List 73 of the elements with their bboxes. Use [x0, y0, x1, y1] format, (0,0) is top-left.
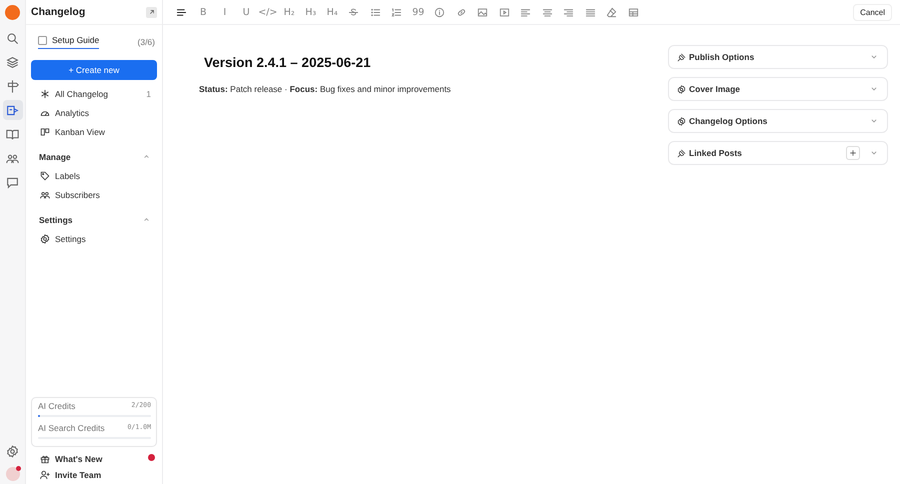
expand-button[interactable] [146, 6, 157, 18]
nav-item[interactable]: All Changelog 1 [31, 84, 157, 103]
table-icon[interactable] [628, 6, 639, 18]
person-plus-icon [40, 470, 50, 480]
section-heading: Settings [39, 214, 73, 224]
layers-icon [6, 56, 19, 68]
format-button[interactable]: H₃ [300, 3, 322, 21]
strikethrough-icon[interactable] [348, 6, 360, 18]
nav-item[interactable]: Kanban View [31, 122, 157, 141]
plug-icon [677, 148, 686, 158]
tag-icon [40, 170, 50, 180]
document-arrow-icon [6, 104, 19, 116]
document-title: Version 2.4.1 – 2025-06-21 [204, 55, 372, 70]
nav-item[interactable]: Subscribers [31, 185, 157, 204]
footer-link[interactable]: What's New [31, 451, 157, 467]
image-icon[interactable] [477, 6, 488, 18]
options-panel[interactable]: Publish Options [668, 45, 888, 69]
summary-text: Status: Patch release · Focus: Bug fixes and minor improvements [199, 84, 452, 94]
bullet-list-icon[interactable] [370, 6, 381, 18]
format-button[interactable]: H₄ [322, 3, 343, 21]
gear-icon [40, 234, 50, 244]
gear-icon [677, 116, 686, 126]
sidebar-title: Changelog [31, 6, 86, 18]
nav-item[interactable]: Labels [31, 166, 157, 185]
nav-item[interactable]: Settings [31, 229, 157, 248]
settings-icon [6, 444, 19, 458]
format-button[interactable]: </> [257, 3, 278, 21]
video-icon[interactable] [498, 6, 510, 18]
app-logo[interactable] [5, 5, 20, 20]
create-new-button[interactable]: + Create new [31, 60, 157, 80]
align-justify-icon[interactable] [584, 6, 596, 18]
search-icon [6, 32, 19, 44]
format-button[interactable]: 99 [408, 3, 429, 21]
credit-label: AI Credits [38, 401, 76, 411]
options-panel[interactable]: Changelog Options [668, 109, 888, 133]
menu-icon[interactable] [176, 6, 188, 18]
options-panel[interactable]: Linked Posts [668, 141, 888, 165]
info-icon[interactable] [434, 6, 446, 18]
notification-dot [16, 466, 20, 471]
asterisk-icon [40, 88, 50, 98]
credit-label: AI Search Credits [38, 423, 105, 433]
numbered-list-icon[interactable] [391, 6, 402, 18]
chat-bubble-icon [6, 176, 19, 188]
book-icon [6, 128, 19, 140]
footer-link[interactable]: Invite Team [31, 467, 157, 483]
add-button[interactable] [846, 146, 860, 160]
diagonal-arrow-icon [148, 8, 156, 16]
nav-item[interactable]: Analytics [31, 103, 157, 122]
format-button[interactable]: I [214, 3, 236, 21]
align-right-icon[interactable] [563, 6, 574, 18]
align-center-icon[interactable] [542, 6, 553, 18]
signpost-icon [6, 80, 19, 92]
section-heading: Manage [39, 152, 71, 162]
format-button[interactable]: H₂ [278, 3, 300, 21]
people-icon [40, 190, 50, 200]
link-icon[interactable] [456, 6, 467, 18]
checkbox[interactable] [38, 36, 47, 44]
progress-count: (3/6) [138, 37, 155, 47]
setup-guide-tab[interactable]: Setup Guide [38, 35, 100, 49]
align-left-icon[interactable] [520, 6, 532, 18]
format-button[interactable]: U [236, 3, 257, 21]
gear-icon [677, 84, 686, 94]
eraser-icon[interactable] [606, 6, 618, 18]
kanban-icon [40, 126, 50, 136]
avatar-icon[interactable] [6, 467, 20, 481]
plus-icon [849, 149, 857, 157]
item-count: 1 [146, 88, 151, 98]
gift-icon [40, 454, 50, 464]
cancel-button[interactable]: Cancel [853, 4, 892, 20]
options-panel[interactable]: Cover Image [668, 77, 888, 101]
plug-icon [677, 52, 686, 62]
rail-button[interactable] [2, 100, 22, 120]
format-button[interactable]: B [192, 3, 214, 21]
